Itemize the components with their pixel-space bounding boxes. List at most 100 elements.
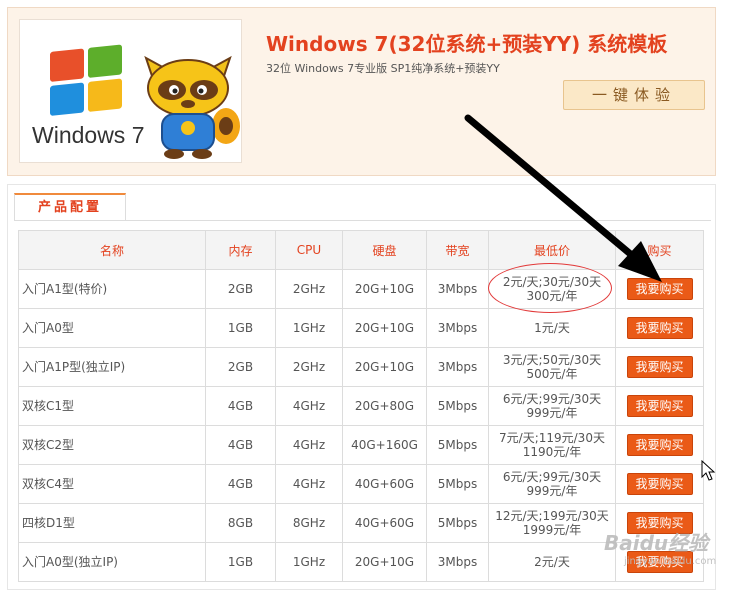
min-price-value: 7元/天;119元/30天 1190元/年 bbox=[488, 425, 616, 465]
baidu-watermark-logo: Baidu经验 jingyan.baidu.com bbox=[604, 527, 716, 567]
memory-value: 4GB bbox=[205, 464, 276, 504]
column-header-disk: 硬盘 bbox=[342, 230, 427, 270]
cpu-value: 1GHz bbox=[275, 542, 343, 582]
column-header-bandwidth: 带宽 bbox=[426, 230, 489, 270]
cpu-value: 2GHz bbox=[275, 347, 343, 387]
product-name: 入门A0型(独立IP) bbox=[18, 542, 206, 582]
table-row: 入门A1P型(独立IP) 2GB 2GHz 20G+10G 3Mbps 3元/天;50元/… bbox=[18, 347, 704, 387]
cpu-value: 1GHz bbox=[275, 308, 343, 348]
table-row: 双核C2型 4GB 4GHz 40G+160G 5Mbps 7元/天;119元/30天 11… bbox=[18, 425, 704, 465]
disk-value: 20G+10G bbox=[342, 269, 427, 309]
price-line-2: 999元/年 bbox=[526, 406, 578, 420]
bandwidth-value: 5Mbps bbox=[426, 425, 489, 465]
disk-value: 20G+10G bbox=[342, 542, 427, 582]
memory-value: 1GB bbox=[205, 542, 276, 582]
memory-value: 8GB bbox=[205, 503, 276, 543]
table-row: 入门A0型 1GB 1GHz 20G+10G 3Mbps 1元/天 我要购买 bbox=[18, 308, 704, 348]
price-line-1: 6元/天;99元/30天 bbox=[502, 470, 602, 484]
windows-flag-icon bbox=[50, 44, 126, 120]
memory-value: 2GB bbox=[205, 347, 276, 387]
min-price-value: 2元/天 bbox=[488, 542, 616, 582]
disk-value: 20G+10G bbox=[342, 308, 427, 348]
price-line-2: 999元/年 bbox=[526, 484, 578, 498]
tab-product-config[interactable]: 产品配置 bbox=[14, 193, 126, 221]
bandwidth-value: 5Mbps bbox=[426, 503, 489, 543]
price-line-1: 1元/天 bbox=[534, 321, 570, 335]
cpu-value: 8GHz bbox=[275, 503, 343, 543]
column-header-cpu: CPU bbox=[275, 230, 343, 270]
highlight-oval-annotation bbox=[488, 263, 612, 313]
price-line-2: 500元/年 bbox=[526, 367, 578, 381]
buy-button[interactable]: 我要购买 bbox=[626, 434, 693, 456]
bandwidth-value: 3Mbps bbox=[426, 347, 489, 387]
disk-value: 40G+60G bbox=[342, 464, 427, 504]
price-line-2: 1190元/年 bbox=[522, 445, 582, 459]
buy-cell: 我要购买 bbox=[615, 425, 704, 465]
windows-logo-text: Windows 7 bbox=[32, 122, 145, 148]
bandwidth-value: 3Mbps bbox=[426, 269, 489, 309]
column-header-buy: 购买 bbox=[615, 230, 704, 270]
buy-cell: 我要购买 bbox=[615, 347, 704, 387]
column-header-name: 名称 bbox=[18, 230, 206, 270]
min-price-value: 6元/天;99元/30天 999元/年 bbox=[488, 464, 616, 504]
price-line-2: 1999元/年 bbox=[522, 523, 582, 537]
product-logo: Windows 7 bbox=[19, 19, 242, 163]
buy-cell: 我要购买 bbox=[615, 308, 704, 348]
product-name: 双核C2型 bbox=[18, 425, 206, 465]
disk-value: 20G+80G bbox=[342, 386, 427, 426]
price-line-1: 7元/天;119元/30天 bbox=[499, 431, 605, 445]
bandwidth-value: 3Mbps bbox=[426, 542, 489, 582]
one-click-try-button[interactable]: 一键体验 bbox=[563, 80, 705, 110]
cpu-value: 4GHz bbox=[275, 464, 343, 504]
watermark-text: Baidu经验 bbox=[604, 531, 709, 555]
table-row: 四核D1型 8GB 8GHz 40G+60G 5Mbps 12元/天;199元/30天 19… bbox=[18, 503, 704, 543]
disk-value: 40G+60G bbox=[342, 503, 427, 543]
buy-cell: 我要购买 bbox=[615, 464, 704, 504]
yy-mascot-icon bbox=[144, 55, 240, 159]
price-line-1: 12元/天;199元/30天 bbox=[495, 509, 609, 523]
memory-value: 4GB bbox=[205, 386, 276, 426]
cpu-value: 4GHz bbox=[275, 386, 343, 426]
price-line-1: 6元/天;99元/30天 bbox=[502, 392, 602, 406]
product-name: 双核C4型 bbox=[18, 464, 206, 504]
buy-button[interactable]: 我要购买 bbox=[626, 473, 693, 495]
bandwidth-value: 3Mbps bbox=[426, 308, 489, 348]
page-title: Windows 7(32位系统+预装YY) 系统模板 bbox=[266, 32, 668, 56]
memory-value: 4GB bbox=[205, 425, 276, 465]
buy-cell: 我要购买 bbox=[615, 269, 704, 309]
mouse-cursor-icon bbox=[701, 460, 716, 481]
tab-divider bbox=[14, 220, 711, 221]
cpu-value: 4GHz bbox=[275, 425, 343, 465]
product-name: 四核D1型 bbox=[18, 503, 206, 543]
column-header-memory: 内存 bbox=[205, 230, 276, 270]
product-name: 双核C1型 bbox=[18, 386, 206, 426]
price-line-1: 2元/天 bbox=[534, 555, 570, 569]
table-header-row: 名称 内存 CPU 硬盘 带宽 最低价 购买 bbox=[18, 230, 704, 270]
min-price-value: 12元/天;199元/30天 1999元/年 bbox=[488, 503, 616, 543]
disk-value: 20G+10G bbox=[342, 347, 427, 387]
table-row: 双核C4型 4GB 4GHz 40G+60G 5Mbps 6元/天;99元/30天 999元… bbox=[18, 464, 704, 504]
buy-button[interactable]: 我要购买 bbox=[626, 278, 693, 300]
table-row: 双核C1型 4GB 4GHz 20G+80G 5Mbps 6元/天;99元/30天 999元… bbox=[18, 386, 704, 426]
disk-value: 40G+160G bbox=[342, 425, 427, 465]
table-row: 入门A0型(独立IP) 1GB 1GHz 20G+10G 3Mbps 2元/天 我要购买 bbox=[18, 542, 704, 582]
page-subtitle: 32位 Windows 7专业版 SP1纯净系统+预装YY bbox=[266, 62, 500, 75]
buy-button[interactable]: 我要购买 bbox=[626, 395, 693, 417]
watermark-url: jingyan.baidu.com bbox=[624, 556, 717, 567]
min-price-value: 6元/天;99元/30天 999元/年 bbox=[488, 386, 616, 426]
bandwidth-value: 5Mbps bbox=[426, 386, 489, 426]
buy-cell: 我要购买 bbox=[615, 386, 704, 426]
product-name: 入门A1P型(独立IP) bbox=[18, 347, 206, 387]
memory-value: 1GB bbox=[205, 308, 276, 348]
template-header-panel: Windows 7 Windows 7(32位系统+预装YY) 系统模板 32位… bbox=[7, 7, 716, 176]
product-name: 入门A1型(特价) bbox=[18, 269, 206, 309]
bandwidth-value: 5Mbps bbox=[426, 464, 489, 504]
buy-button[interactable]: 我要购买 bbox=[626, 317, 693, 339]
buy-button[interactable]: 我要购买 bbox=[626, 356, 693, 378]
price-line-1: 3元/天;50元/30天 bbox=[502, 353, 602, 367]
memory-value: 2GB bbox=[205, 269, 276, 309]
product-name: 入门A0型 bbox=[18, 308, 206, 348]
min-price-value: 1元/天 bbox=[488, 308, 616, 348]
cpu-value: 2GHz bbox=[275, 269, 343, 309]
min-price-value: 3元/天;50元/30天 500元/年 bbox=[488, 347, 616, 387]
